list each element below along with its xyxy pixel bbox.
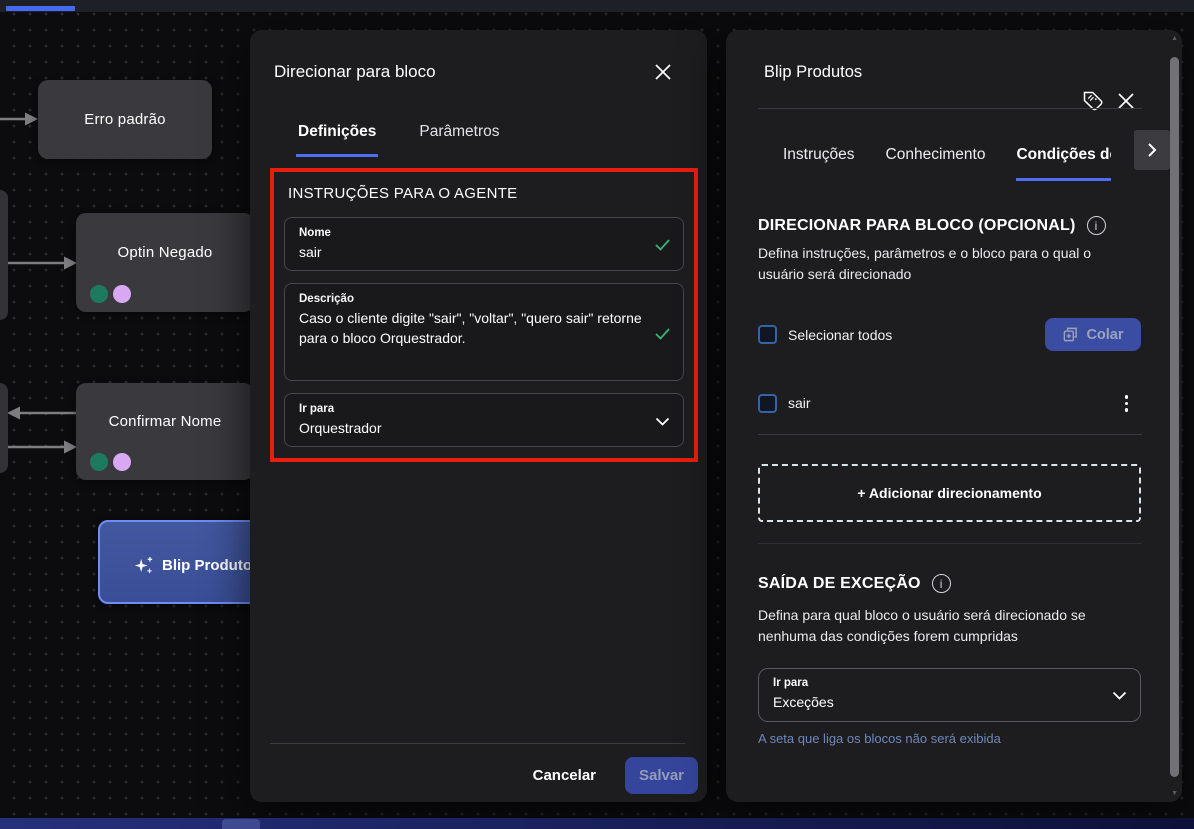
chevron-right-icon (1147, 142, 1157, 158)
green-status-dot (90, 285, 108, 303)
instructions-section-title: INSTRUÇÕES PARA O AGENTE (288, 185, 684, 202)
info-icon[interactable]: i (932, 574, 951, 593)
select-all-row: Selecionar todos (758, 325, 892, 344)
block-optin-negado[interactable]: Optin Negado (76, 213, 254, 312)
panel-tabs: Instruções Conhecimento Condições de (783, 146, 1111, 181)
descricao-field[interactable]: Descrição Caso o cliente digite "sair", … (284, 283, 684, 381)
red-highlight-box: INSTRUÇÕES PARA O AGENTE Nome sair Descr… (270, 168, 698, 462)
list-divider (758, 434, 1142, 435)
redirect-section-description: Defina instruções, parâmetros e o bloco … (758, 243, 1136, 285)
modal-tabs: Definições Parâmetros (296, 123, 502, 157)
blip-produtos-side-panel: Blip Produtos Instruções Conhecimento Co… (726, 30, 1182, 802)
purple-status-dot (113, 453, 131, 471)
tab-condicoes[interactable]: Condições de (1016, 146, 1111, 181)
green-status-dot (90, 453, 108, 471)
block-partial-left-bottom[interactable] (0, 383, 8, 473)
block-status-dots (90, 453, 131, 471)
tab-parametros[interactable]: Parâmetros (417, 123, 501, 157)
block-partial-left-top[interactable] (0, 190, 8, 320)
modal-footer: Cancelar Salvar (533, 755, 698, 795)
close-icon[interactable] (653, 62, 673, 82)
loading-progress-bar (6, 6, 75, 11)
kebab-menu-icon[interactable] (1123, 393, 1131, 414)
field-label: Ir para (299, 403, 643, 415)
descricao-input-value[interactable]: Caso o cliente digite "sair", "voltar", … (299, 308, 643, 348)
panel-scrollbar[interactable]: ▲ ▼ (1169, 35, 1179, 797)
header-divider (758, 108, 1142, 109)
item-label: sair (788, 395, 811, 411)
field-label: Descrição (299, 293, 643, 305)
add-direcionamento-button[interactable]: + Adicionar direcionamento (758, 464, 1141, 522)
ai-sparkle-icon (132, 554, 154, 576)
browser-top-strip (0, 0, 1194, 12)
save-button[interactable]: Salvar (625, 757, 698, 794)
paste-icon (1062, 326, 1079, 343)
cancel-button[interactable]: Cancelar (533, 767, 596, 784)
exception-ir-para-dropdown[interactable]: Ir para Exceções (758, 668, 1141, 722)
direcionar-para-bloco-modal: Direcionar para bloco Definições Parâmet… (250, 30, 707, 802)
panel-title: Blip Produtos (764, 63, 862, 82)
exception-section-description: Defina para qual bloco o usuário será di… (758, 605, 1136, 647)
block-blip-produtos-selected[interactable]: Blip Produtos (98, 520, 270, 604)
section-divider (758, 543, 1142, 544)
field-label: Nome (299, 227, 643, 239)
nome-input-value[interactable]: sair (299, 242, 643, 262)
exception-section-title: SAÍDA DE EXCEÇÃO i (758, 574, 951, 593)
purple-status-dot (113, 285, 131, 303)
chevron-down-icon (1112, 691, 1127, 700)
modal-title: Direcionar para bloco (274, 62, 436, 82)
ir-para-selected-value: Orquestrador (299, 418, 643, 438)
block-label: Erro padrão (38, 111, 212, 128)
tab-instrucoes[interactable]: Instruções (783, 146, 855, 181)
tab-conhecimento[interactable]: Conhecimento (886, 146, 986, 181)
info-icon[interactable]: i (1087, 216, 1106, 235)
scrollbar-up-arrow[interactable]: ▲ (1171, 35, 1178, 42)
footer-divider (270, 743, 685, 744)
exception-selected-value: Exceções (773, 692, 1100, 712)
chevron-down-icon (655, 417, 670, 426)
paste-button[interactable]: Colar (1045, 318, 1141, 351)
select-all-label: Selecionar todos (788, 327, 892, 343)
block-label: Confirmar Nome (76, 413, 254, 430)
redirect-section-title: DIRECIONAR PARA BLOCO (OPCIONAL) i (758, 216, 1106, 235)
block-status-dots (90, 285, 131, 303)
direcionamento-item-row: sair (758, 393, 1130, 414)
taskbar-app-button[interactable] (222, 819, 260, 829)
tab-definicoes[interactable]: Definições (296, 123, 378, 157)
block-erro-padrao[interactable]: Erro padrão (38, 80, 212, 159)
block-label: Optin Negado (76, 244, 254, 261)
scrollbar-down-arrow[interactable]: ▼ (1171, 790, 1178, 797)
block-confirmar-nome[interactable]: Confirmar Nome (76, 383, 254, 480)
valid-check-icon (655, 239, 670, 251)
ir-para-dropdown[interactable]: Ir para Orquestrador (284, 393, 684, 447)
block-label: Blip Produtos (162, 557, 260, 574)
scrollbar-thumb[interactable] (1170, 57, 1179, 777)
taskbar-strip (0, 818, 1194, 829)
item-checkbox[interactable] (758, 394, 777, 413)
select-all-checkbox[interactable] (758, 325, 777, 344)
nome-field[interactable]: Nome sair (284, 217, 684, 271)
tabs-scroll-right-button[interactable] (1134, 130, 1170, 170)
valid-check-icon (655, 328, 670, 340)
exception-helper-text: A seta que liga os blocos não será exibi… (758, 731, 1001, 746)
field-label: Ir para (773, 677, 1100, 689)
